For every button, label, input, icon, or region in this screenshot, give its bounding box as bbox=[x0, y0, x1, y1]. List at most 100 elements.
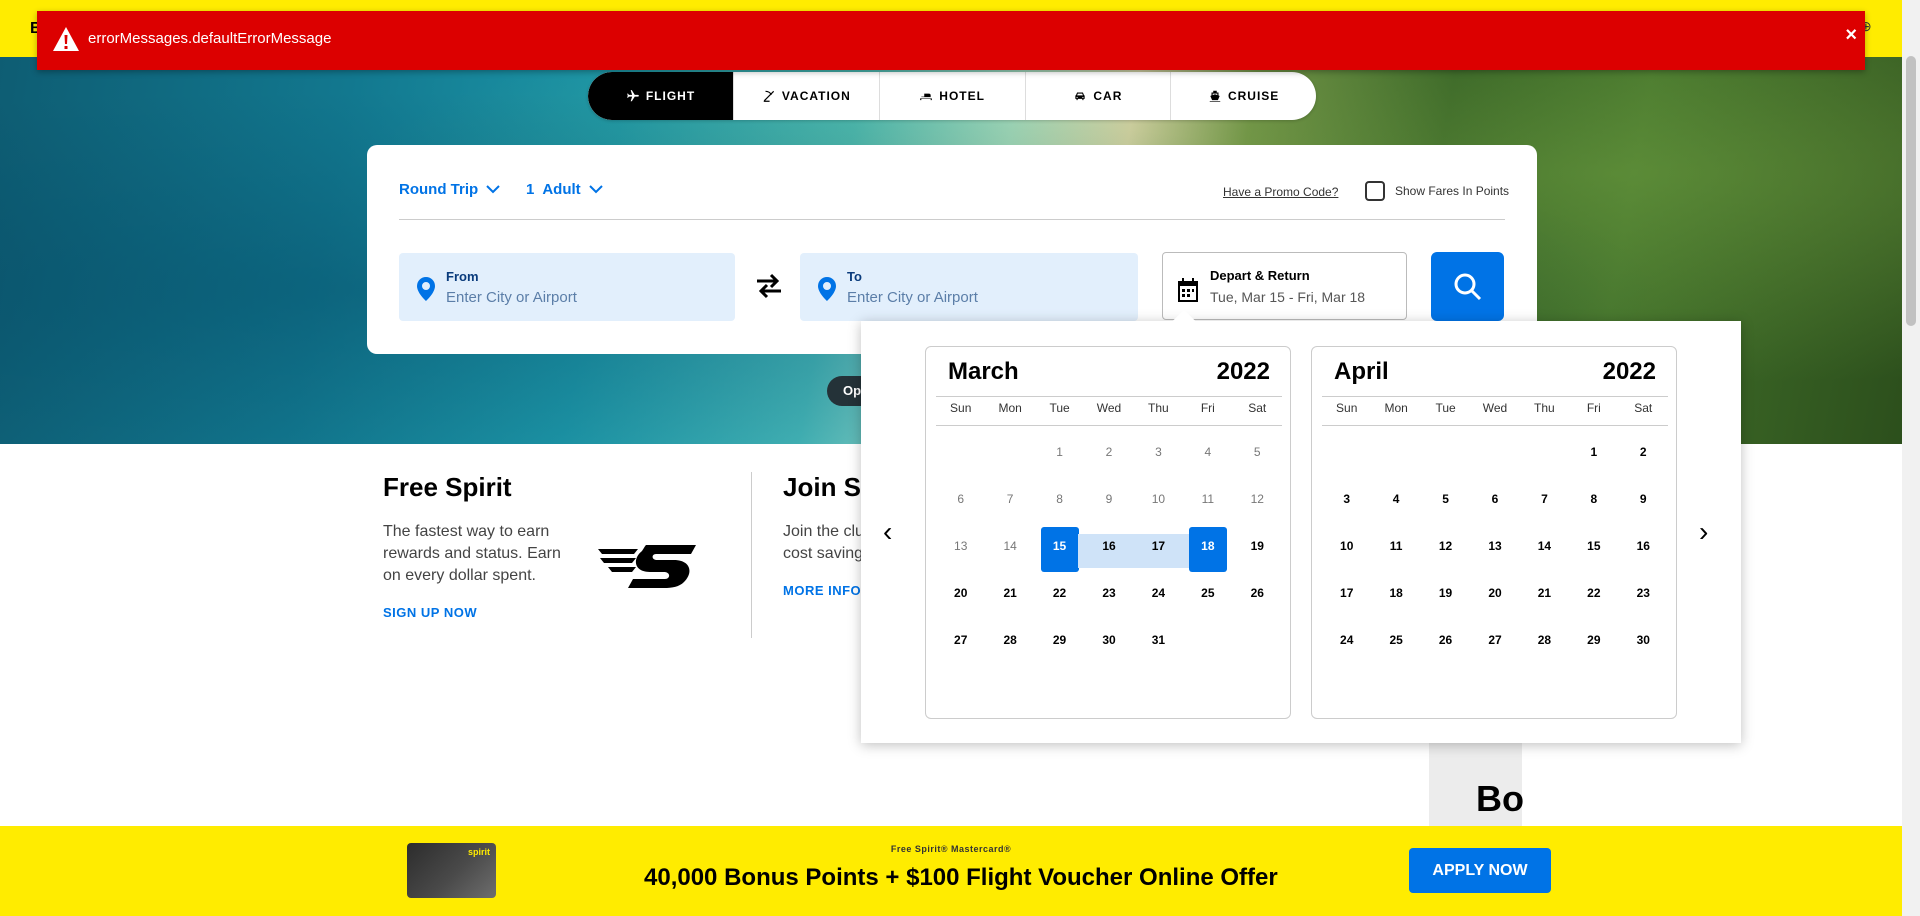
from-input[interactable]: Enter City or Airport bbox=[446, 289, 577, 306]
tab-flight-label: FLIGHT bbox=[645, 89, 696, 103]
to-input[interactable]: Enter City or Airport bbox=[847, 289, 978, 306]
calendar-day[interactable]: 7 bbox=[1520, 475, 1569, 522]
calendar-day[interactable]: 31 bbox=[1134, 616, 1183, 663]
section-title: Free Spirit bbox=[383, 472, 512, 502]
tab-hotel[interactable]: HOTEL bbox=[880, 72, 1026, 120]
calendar-day[interactable]: 22 bbox=[1035, 569, 1084, 616]
tab-cruise-label: CRUISE bbox=[1227, 89, 1280, 103]
error-banner: errorMessages.defaultErrorMessage × bbox=[37, 11, 1865, 70]
tab-cruise[interactable]: CRUISE bbox=[1171, 72, 1316, 120]
free-spirit-section: Free Spirit The fastest way to earn rewa… bbox=[383, 472, 583, 620]
cruise-icon bbox=[1209, 90, 1221, 102]
to-field[interactable]: To Enter City or Airport bbox=[800, 253, 1138, 321]
tab-vacation[interactable]: VACATION bbox=[734, 72, 880, 120]
calendar-day[interactable]: 23 bbox=[1619, 569, 1668, 616]
calendar-day[interactable]: 22 bbox=[1569, 569, 1618, 616]
trip-type-dropdown[interactable]: Round Trip bbox=[399, 181, 500, 198]
calendar-day[interactable]: 27 bbox=[936, 616, 985, 663]
next-month-button[interactable]: › bbox=[1699, 516, 1708, 548]
calendar-day[interactable]: 5 bbox=[1421, 475, 1470, 522]
previous-month-button[interactable]: ‹ bbox=[883, 516, 892, 548]
warning-icon bbox=[53, 27, 79, 51]
calendar-day[interactable]: 21 bbox=[1520, 569, 1569, 616]
calendar-day[interactable]: 15 bbox=[1569, 522, 1618, 569]
calendar-day[interactable]: 12 bbox=[1421, 522, 1470, 569]
calendar-day[interactable]: 29 bbox=[1035, 616, 1084, 663]
calendar-day[interactable]: 19 bbox=[1421, 569, 1470, 616]
calendar-day[interactable]: 29 bbox=[1569, 616, 1618, 663]
calendar-day[interactable]: 9 bbox=[1619, 475, 1668, 522]
sign-up-link[interactable]: SIGN UP NOW bbox=[383, 605, 583, 620]
calendar-day[interactable]: 25 bbox=[1371, 616, 1420, 663]
calendar-day[interactable]: 16 bbox=[1619, 522, 1668, 569]
calendar-day[interactable]: 24 bbox=[1322, 616, 1371, 663]
calendar-day[interactable]: 23 bbox=[1084, 569, 1133, 616]
calendar-day[interactable]: 19 bbox=[1233, 522, 1282, 569]
passenger-dropdown[interactable]: 1 Adult bbox=[526, 181, 603, 198]
calendar-day: 6 bbox=[957, 491, 965, 506]
swap-icon[interactable] bbox=[754, 273, 784, 299]
calendar-day[interactable]: 25 bbox=[1183, 569, 1232, 616]
calendar-day[interactable]: 26 bbox=[1233, 569, 1282, 616]
calendar-day[interactable]: 6 bbox=[1470, 475, 1519, 522]
calendar-day[interactable]: 2 bbox=[1619, 428, 1668, 475]
calendar-day[interactable]: 1 bbox=[1569, 428, 1618, 475]
chevron-down-icon bbox=[588, 185, 603, 194]
weekday-header: Sun Mon Tue Wed Thu Fri Sat bbox=[936, 401, 1282, 415]
calendar-day[interactable]: 21 bbox=[985, 569, 1034, 616]
scrollbar-thumb[interactable] bbox=[1906, 56, 1916, 326]
calendar-month-march: March 2022 Sun Mon Tue Wed Thu Fri Sat 1… bbox=[925, 346, 1291, 719]
section-text: The fastest way to earn rewards and stat… bbox=[383, 523, 561, 584]
calendar-day[interactable]: 14 bbox=[1520, 522, 1569, 569]
calendar-day[interactable]: 28 bbox=[1520, 616, 1569, 663]
calendar-day[interactable]: 20 bbox=[1470, 569, 1519, 616]
calendar-day[interactable]: 27 bbox=[1470, 616, 1519, 663]
calendar-day[interactable]: 30 bbox=[1619, 616, 1668, 663]
section-divider bbox=[751, 472, 752, 638]
date-field[interactable]: Depart & Return Tue, Mar 15 - Fri, Mar 1… bbox=[1162, 252, 1407, 320]
search-icon bbox=[1454, 273, 1481, 300]
calendar-day[interactable]: 4 bbox=[1371, 475, 1420, 522]
weekday-label: Sun bbox=[1336, 401, 1358, 415]
calendar-day[interactable]: 11 bbox=[1371, 522, 1420, 569]
calendar-day[interactable]: 18 bbox=[1371, 569, 1420, 616]
calendar-day[interactable]: 20 bbox=[936, 569, 985, 616]
calendar-day[interactable]: 3 bbox=[1322, 475, 1371, 522]
show-fares-in-points-toggle[interactable]: Show Fares In Points bbox=[1365, 181, 1509, 201]
calendar-day[interactable]: 8 bbox=[1569, 475, 1618, 522]
location-pin-icon bbox=[818, 277, 836, 301]
calendar-day[interactable]: 17 bbox=[1322, 569, 1371, 616]
grey-panel-text: Bo bbox=[1476, 778, 1524, 819]
calendar-month-april: April 2022 Sun Mon Tue Wed Thu Fri Sat 1… bbox=[1311, 346, 1677, 719]
close-icon[interactable]: × bbox=[1845, 24, 1857, 47]
calendar-day: 3 bbox=[1155, 444, 1162, 459]
promo-code-link[interactable]: Have a Promo Code? bbox=[1223, 185, 1338, 199]
points-checkbox[interactable] bbox=[1365, 181, 1385, 201]
calendar-day[interactable]: 24 bbox=[1134, 569, 1183, 616]
from-field[interactable]: From Enter City or Airport bbox=[399, 253, 735, 321]
weekday-label: Fri bbox=[1586, 401, 1601, 415]
calendar-day[interactable]: 28 bbox=[985, 616, 1034, 663]
month-header: April 2022 bbox=[1334, 358, 1656, 386]
calendar-day-in-range[interactable]: 17 bbox=[1133, 522, 1184, 569]
scrollbar[interactable] bbox=[1902, 0, 1920, 916]
calendar-day[interactable]: 26 bbox=[1421, 616, 1470, 663]
apply-now-button[interactable]: APPLY NOW bbox=[1409, 848, 1551, 893]
beach-umbrella-icon bbox=[763, 90, 775, 102]
promo-eyebrow: Free Spirit® Mastercard® bbox=[890, 844, 1012, 854]
calendar-day-selected-end[interactable]: 18 bbox=[1183, 522, 1232, 572]
search-button[interactable] bbox=[1431, 252, 1504, 321]
month-header: March 2022 bbox=[948, 358, 1270, 386]
divider bbox=[399, 219, 1505, 220]
calendar-day[interactable]: 30 bbox=[1084, 616, 1133, 663]
calendar-day-in-range[interactable]: 16 bbox=[1084, 522, 1135, 569]
calendar-day-selected-start[interactable]: 15 bbox=[1035, 522, 1085, 572]
tab-flight[interactable]: FLIGHT bbox=[588, 72, 734, 120]
weekday-label: Wed bbox=[1482, 401, 1508, 415]
calendar-day[interactable]: 13 bbox=[1470, 522, 1519, 569]
divider bbox=[936, 396, 1282, 397]
calendar-day[interactable]: 10 bbox=[1322, 522, 1371, 569]
tab-car[interactable]: CAR bbox=[1026, 72, 1172, 120]
to-label: To bbox=[847, 269, 862, 284]
passenger-count: 1 bbox=[526, 181, 535, 198]
